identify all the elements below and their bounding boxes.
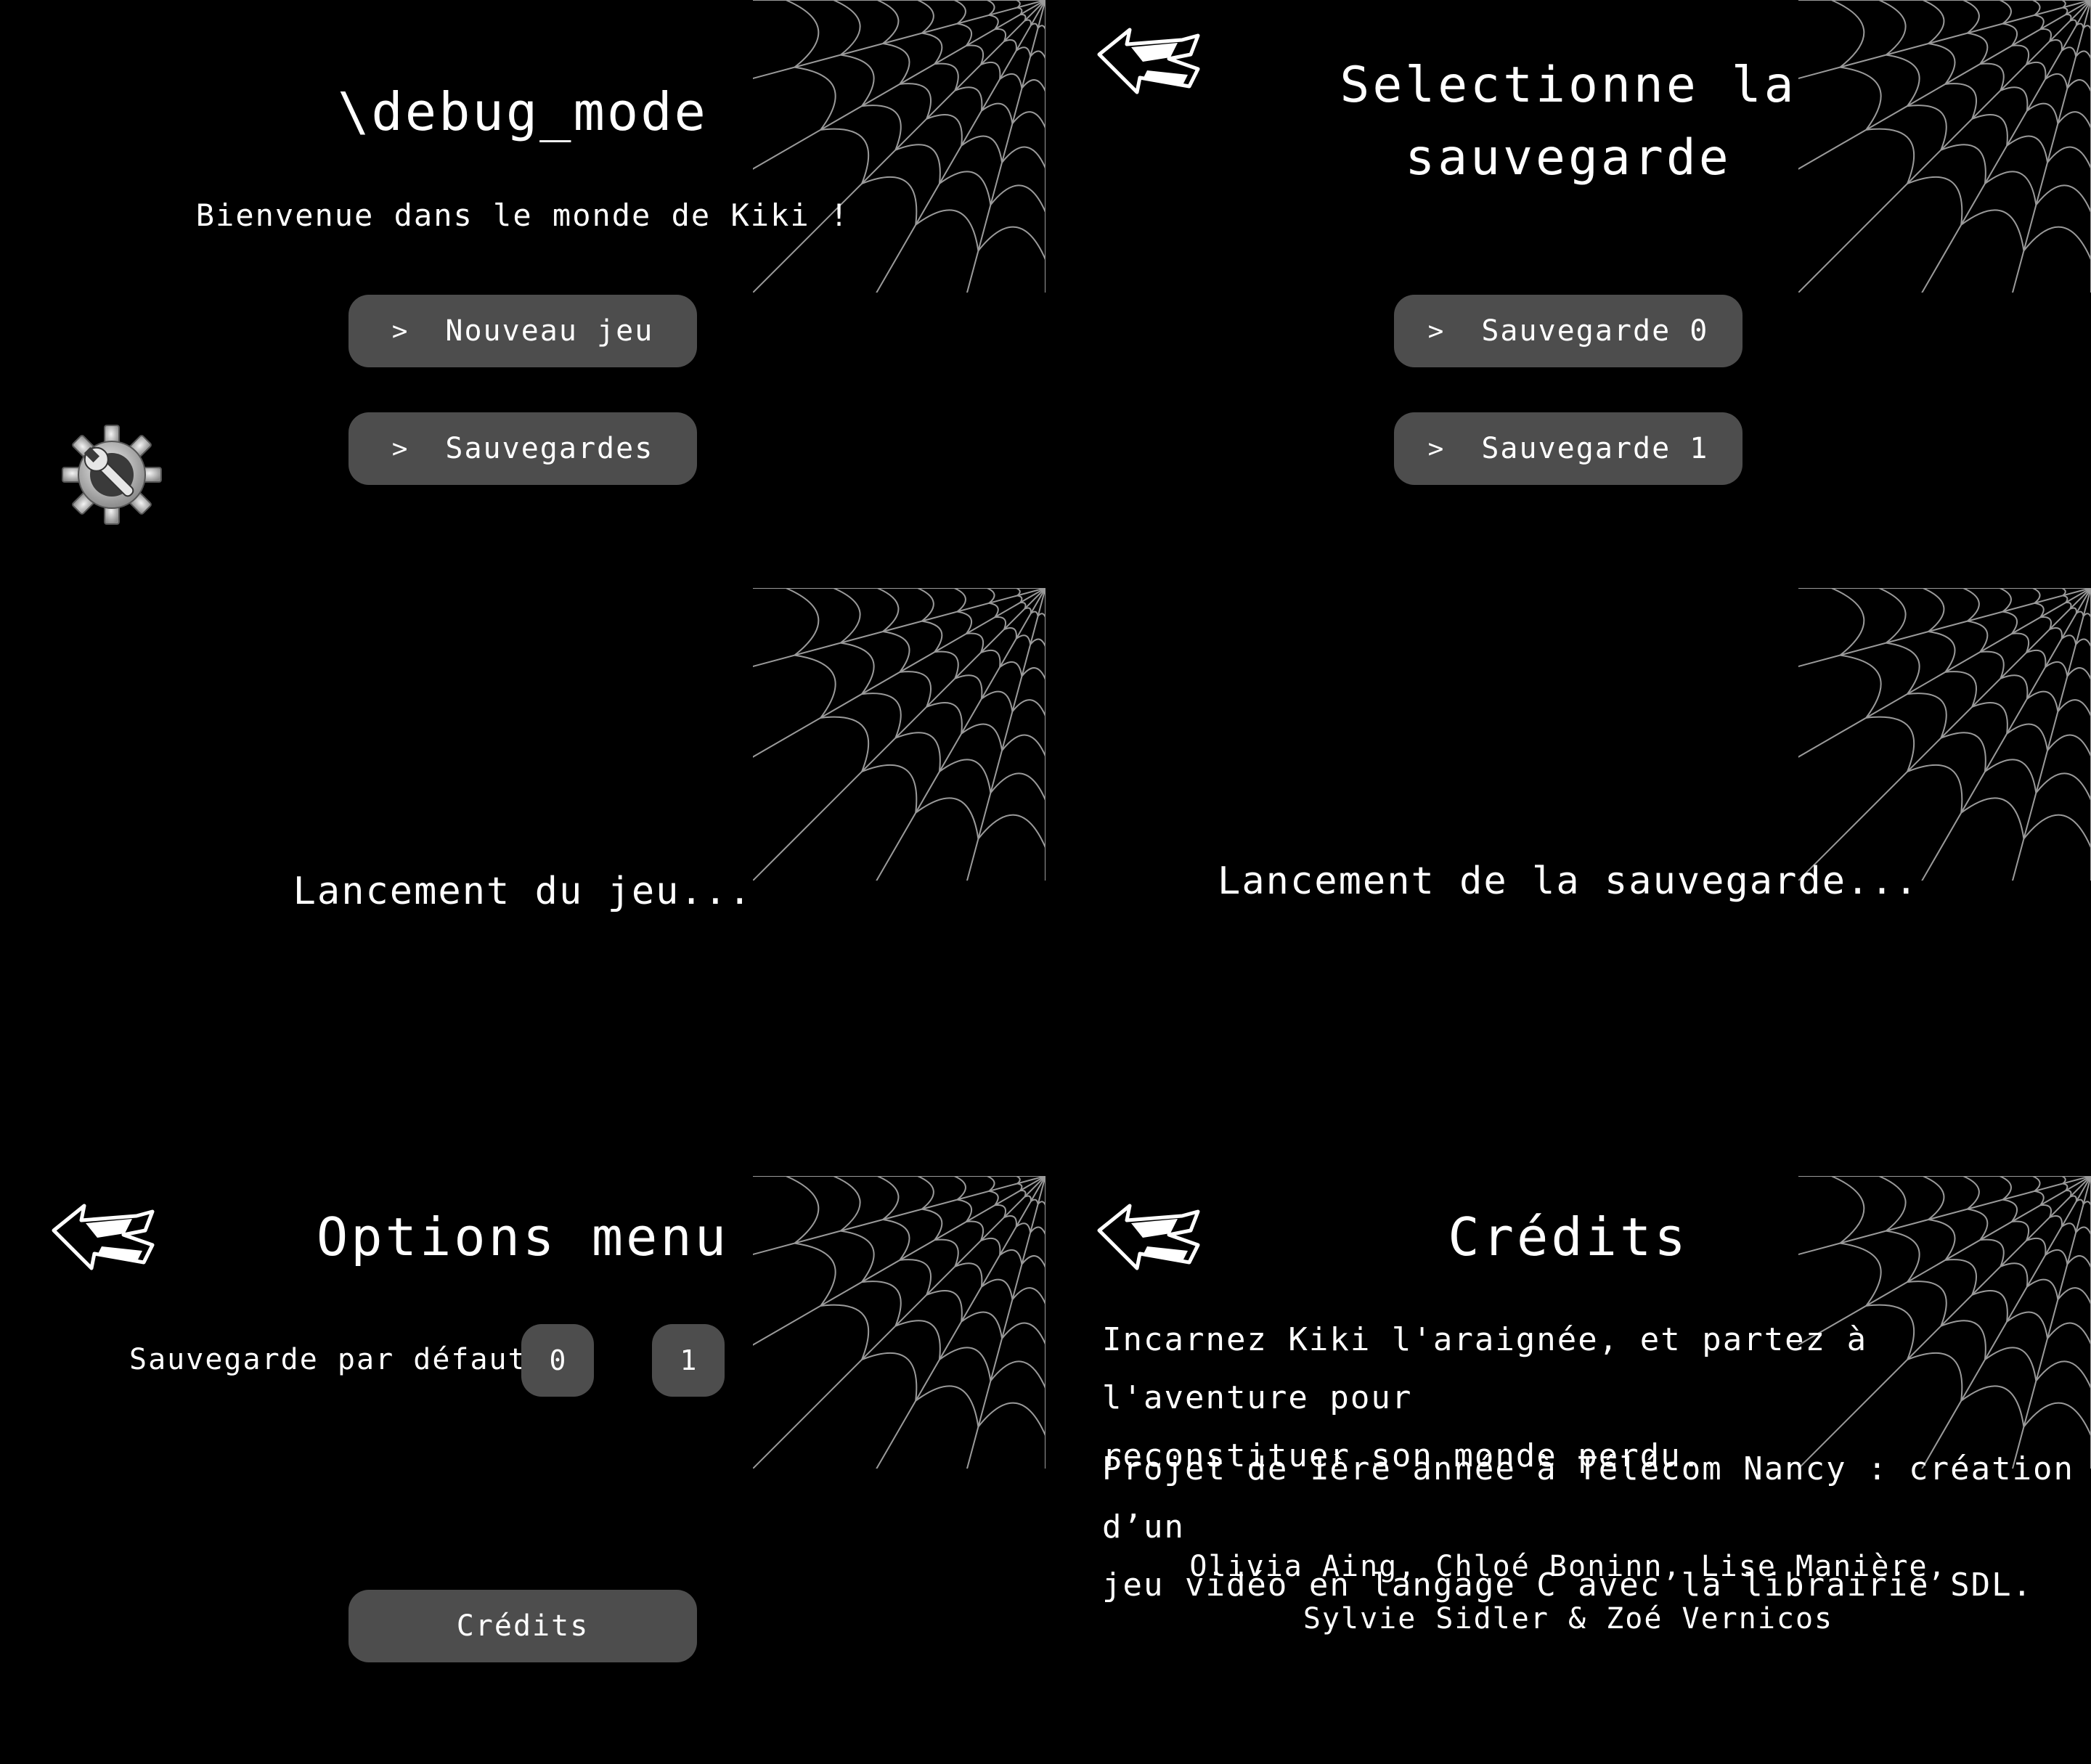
default-save-1-button[interactable]: 1 (652, 1324, 725, 1397)
default-save-label: Sauvegarde par défaut: (129, 1343, 546, 1376)
credits-title: Crédits (1448, 1206, 1689, 1267)
save-1-button[interactable]: > Sauvegarde 1 (1394, 412, 1742, 485)
authors-line: Olivia Aing, Chloé Boninn, Lise Manière, (1189, 1550, 1947, 1583)
credits-description-line: Incarnez Kiki l'araignée, et partez à l'… (1102, 1321, 1868, 1416)
chevron-right-icon: > (391, 316, 409, 346)
new-game-label: Nouveau jeu (445, 314, 654, 348)
save-select-title-line2: sauvegarde (1405, 129, 1732, 187)
chevron-right-icon: > (1427, 433, 1446, 464)
default-save-0-button[interactable]: 0 (521, 1324, 594, 1397)
save-1-label: Sauvegarde 1 (1481, 432, 1709, 465)
loading-game-text: Lancement du jeu... (293, 870, 753, 913)
saves-button[interactable]: > Sauvegardes (348, 412, 697, 485)
saves-label: Sauvegardes (445, 432, 654, 465)
save-select-screen: Selectionne la sauvegarde > Sauvegarde 0… (1046, 0, 2091, 588)
main-menu-screen: \debug_mode Bienvenue dans le monde de K… (0, 0, 1046, 588)
save-0-label: Sauvegarde 0 (1481, 314, 1709, 348)
loading-game-screen: Lancement du jeu... (0, 588, 1046, 1176)
save-0-button[interactable]: > Sauvegarde 0 (1394, 295, 1742, 367)
chevron-right-icon: > (391, 433, 409, 464)
loading-save-text: Lancement de la sauvegarde... (1218, 859, 1919, 903)
credits-button[interactable]: Crédits (348, 1590, 697, 1662)
welcome-subtitle: Bienvenue dans le monde de Kiki ! (195, 197, 850, 233)
loading-save-screen: Lancement de la sauvegarde... (1046, 588, 2091, 1176)
options-screen: Options menu Sauvegarde par défaut: 0 1 … (0, 1176, 1046, 1764)
spiderweb-icon (753, 0, 1046, 293)
chevron-right-icon: > (1427, 316, 1446, 346)
gear-wrench-icon[interactable] (61, 424, 163, 526)
spiderweb-icon (753, 588, 1046, 881)
authors-line: Sylvie Sidler & Zoé Vernicos (1303, 1602, 1834, 1636)
new-game-button[interactable]: > Nouveau jeu (348, 295, 697, 367)
save-select-title-line1: Selectionne la (1340, 57, 1797, 114)
credits-project-line: Projet de 1ère année à Télécom Nancy : c… (1102, 1450, 2075, 1545)
spiderweb-icon (1798, 588, 2091, 881)
credits-authors: Olivia Aing, Chloé Boninn, Lise Manière,… (1046, 1540, 2091, 1645)
game-title: \debug_mode (338, 81, 708, 142)
credits-screen: Crédits Incarnez Kiki l'araignée, et par… (1046, 1176, 2091, 1764)
options-title: Options menu (316, 1206, 730, 1267)
